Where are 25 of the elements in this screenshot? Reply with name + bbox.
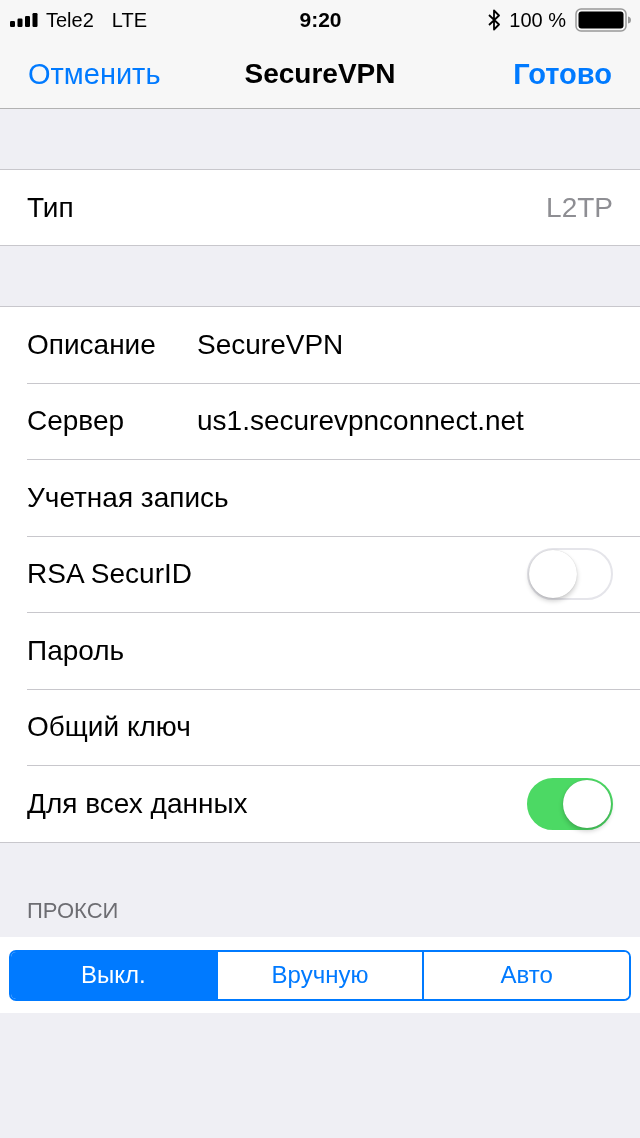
input-field[interactable]: SecureVPN xyxy=(197,324,613,365)
done-button[interactable]: Готово xyxy=(513,56,612,92)
field-label: Учетная запись xyxy=(27,480,229,515)
segment-button[interactable]: Авто xyxy=(422,951,629,999)
cancel-button[interactable]: Отменить xyxy=(28,56,161,92)
toggle-switch[interactable] xyxy=(527,777,613,830)
battery-percent: 100 % xyxy=(509,8,566,32)
field-label: RSA SecurID xyxy=(27,557,193,592)
screen-title: SecureVPN xyxy=(244,57,396,91)
type-value[interactable]: L2TP xyxy=(546,189,613,226)
input-field[interactable]: us1.securevpnconnect.net xyxy=(197,401,613,442)
network-type: LTE xyxy=(111,8,147,32)
type-label: Тип xyxy=(27,190,75,225)
field-label: Пароль xyxy=(27,633,126,668)
bluetooth-icon xyxy=(488,9,501,31)
battery-icon xyxy=(575,8,631,32)
field-label: Общий ключ xyxy=(27,710,192,745)
signal-icon xyxy=(10,13,38,27)
field-label: Описание xyxy=(27,327,157,362)
section-header: ПРОКСИ xyxy=(27,897,119,924)
status-time: 9:20 xyxy=(299,8,342,32)
field-label: Сервер xyxy=(27,404,126,439)
segment-button[interactable]: Выкл. xyxy=(11,951,216,999)
carrier-name: Tele2 xyxy=(46,8,94,32)
field-label: Для всех данных xyxy=(27,786,248,821)
